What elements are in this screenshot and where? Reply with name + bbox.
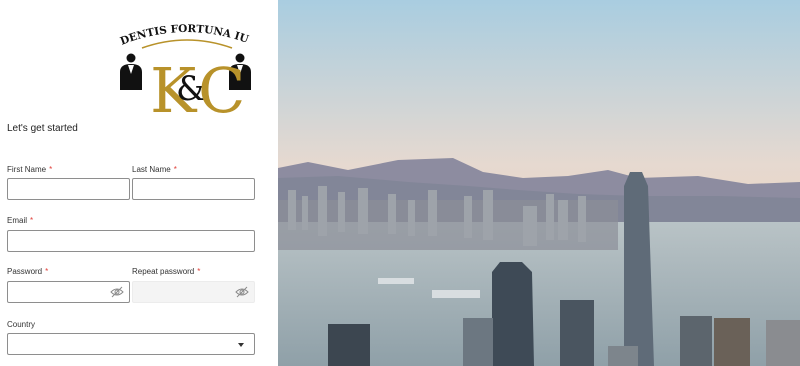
required-mark: * <box>30 216 34 225</box>
last-name-input[interactable] <box>133 179 254 199</box>
email-input[interactable] <box>8 231 254 251</box>
country-label-text: Country <box>7 320 36 329</box>
first-name-label-text: First Name <box>7 165 47 174</box>
first-name-label: First Name * <box>7 165 52 174</box>
company-logo: AUDENTIS FORTUNA IUVAT K & C <box>114 14 251 120</box>
registration-panel: AUDENTIS FORTUNA IUVAT K & C Let's get s… <box>0 0 278 366</box>
required-mark: * <box>49 165 53 174</box>
last-name-field[interactable] <box>132 178 255 200</box>
country-label: Country <box>7 320 35 329</box>
eye-off-icon[interactable] <box>235 286 249 298</box>
logo-motto: AUDENTIS FORTUNA IUVAT <box>114 14 250 48</box>
password-label: Password * <box>7 267 48 276</box>
repeat-password-label-text: Repeat password <box>132 267 195 276</box>
required-mark: * <box>197 267 201 276</box>
form-heading: Let's get started <box>7 123 78 134</box>
logo-letter-c: C <box>198 54 245 120</box>
password-label-text: Password <box>7 267 43 276</box>
eye-off-icon[interactable] <box>110 286 124 298</box>
first-name-input[interactable] <box>8 179 129 199</box>
required-mark: * <box>173 165 177 174</box>
last-name-label-text: Last Name <box>132 165 171 174</box>
email-label: Email * <box>7 216 33 225</box>
last-name-label: Last Name * <box>132 165 177 174</box>
required-mark: * <box>45 267 49 276</box>
svg-text:AUDENTIS FORTUNA IUVAT: AUDENTIS FORTUNA IUVAT <box>114 14 250 48</box>
repeat-password-label: Repeat password * <box>132 267 200 276</box>
chevron-down-icon[interactable] <box>238 343 244 347</box>
city-skyline-image <box>278 0 800 366</box>
password-field[interactable] <box>7 281 130 303</box>
first-name-field[interactable] <box>7 178 130 200</box>
email-field[interactable] <box>7 230 255 252</box>
hero-image <box>278 0 800 366</box>
email-label-text: Email <box>7 216 28 225</box>
repeat-password-field[interactable] <box>132 281 255 303</box>
businessman-left-icon <box>120 53 142 90</box>
country-select[interactable] <box>7 333 255 355</box>
